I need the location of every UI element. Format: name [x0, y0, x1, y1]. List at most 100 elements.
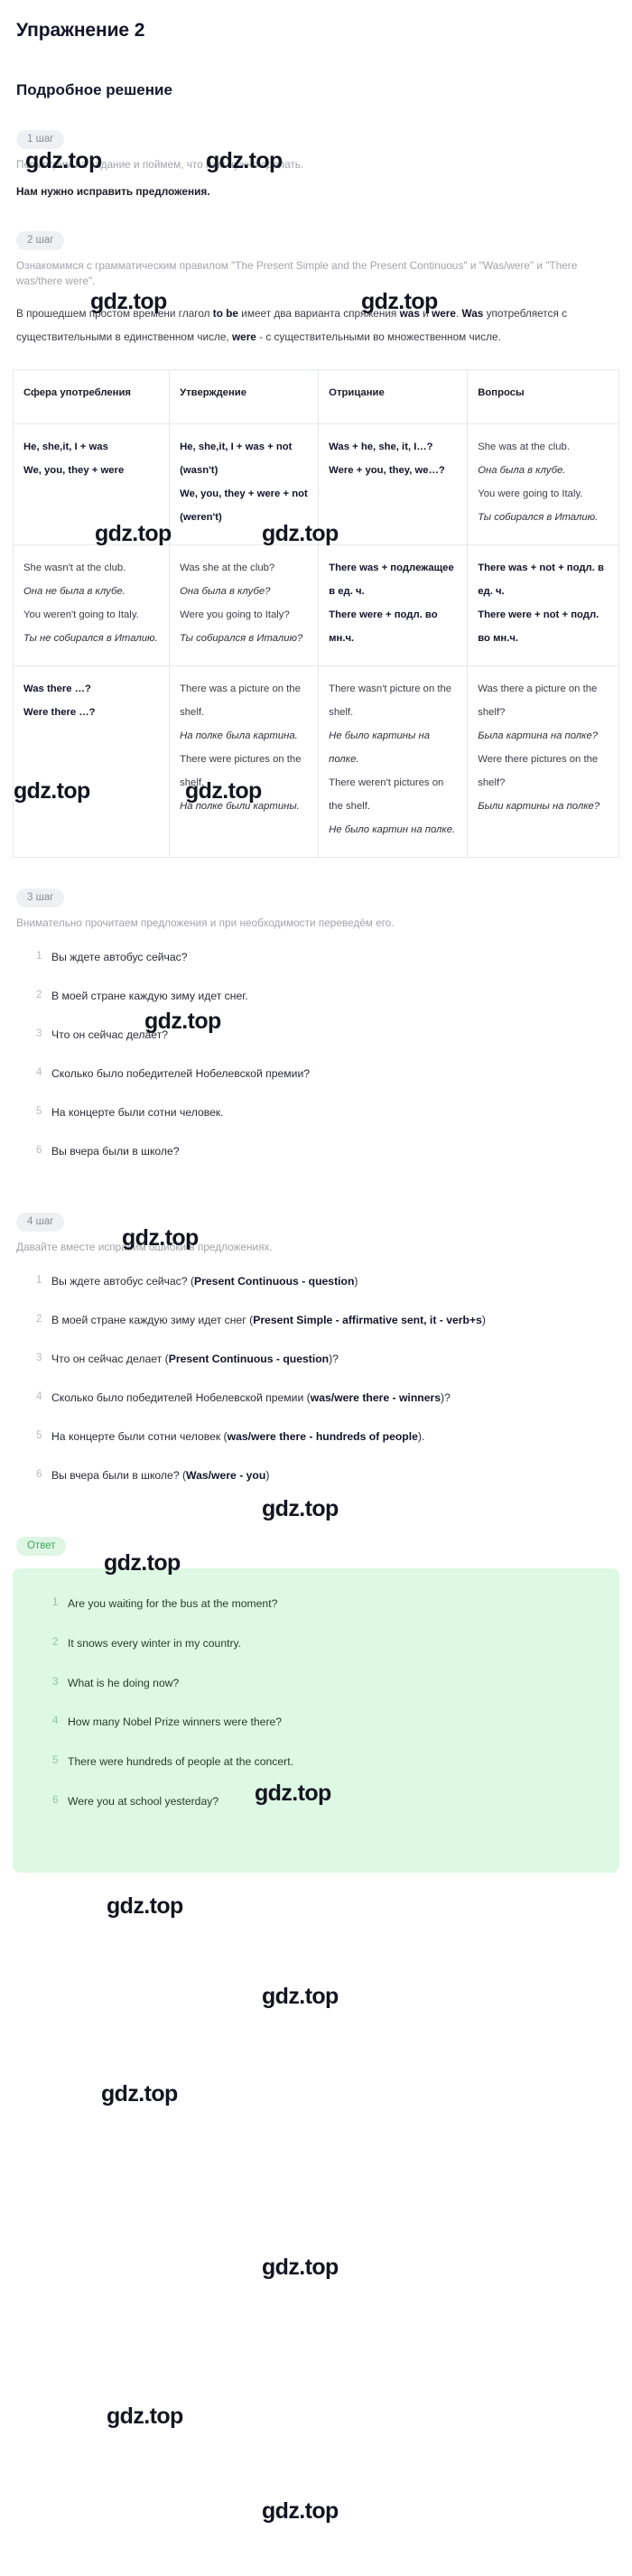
table-cell: Was she at the club? Она была в клубе? Wer…	[169, 544, 320, 666]
table-cell-line: There was + not + подл. в ед. ч.	[478, 562, 604, 597]
table-cell-line: (weren't)	[180, 511, 222, 523]
table-cell-line: There weren't pictures on the shelf.	[329, 777, 444, 812]
list-item: Вы вчера были в школе? (Was/were - you)	[36, 1467, 270, 1483]
list-item: There were hundreds of people at the con…	[52, 1753, 293, 1770]
list-item: Вы вчера были в школе?	[36, 1143, 180, 1159]
list-item: What is he doing now?	[52, 1675, 180, 1691]
table-cell-line: Были картины на полке?	[478, 800, 600, 812]
step-2-chip: 2 шаг	[16, 230, 65, 250]
table-cell: There wasn't picture on the shelf. Не был…	[318, 665, 469, 858]
table-cell-line: There were + not + подл. во мн.ч.	[478, 609, 599, 644]
watermark: gdz.top	[101, 2081, 178, 2106]
table-cell: She was at the club. Она была в клубе. You…	[467, 423, 619, 545]
list-item: Что он сейчас делает (Present Continuous…	[36, 1351, 339, 1367]
answer-list: Are you waiting for the bus at the momen…	[22, 1595, 610, 1810]
table-cell-line: Ты собирался в Италию?	[180, 632, 303, 644]
list-item: It snows every winter in my country.	[52, 1635, 242, 1651]
table-cell-line: Was there a picture on the shelf?	[478, 683, 598, 718]
step-4-corrections-list: Вы ждете автобус сейчас? (Present Contin…	[13, 1273, 619, 1483]
step-4-chip: 4 шаг	[16, 1212, 65, 1232]
table-cell-line: She wasn't at the club.	[23, 562, 126, 573]
table-cell-line: Была картина на полке?	[478, 730, 599, 741]
step-1-conclusion: Нам нужно исправить предложения.	[16, 184, 210, 198]
table-cell-line: She was at the club.	[478, 441, 570, 452]
table-row: Was there …? Were there …? There was a pic…	[12, 665, 619, 858]
table-cell-line: Она не была в клубе.	[23, 585, 125, 597]
table-cell-line: There wasn't picture on the shelf.	[329, 683, 452, 718]
step-3-chip: 3 шаг	[16, 888, 65, 907]
table-cell-line: There were + подл. во мн.ч.	[329, 609, 438, 644]
step-3-sentence-list: Вы ждете автобус сейчас? В моей стране ка…	[13, 949, 619, 1159]
table-cell-line: Was there …?	[23, 683, 91, 694]
watermark: gdz.top	[262, 2255, 339, 2280]
table-cell-line: You were going to Italy.	[478, 488, 583, 499]
table-cell-line: Она была в клубе?	[180, 585, 271, 597]
grammar-table-body: Сфера употребления Утверждение Отрицание…	[12, 369, 619, 858]
list-item: На концерте были сотни человек (was/were…	[36, 1428, 425, 1445]
answer-box: Are you waiting for the bus at the momen…	[13, 1567, 619, 1874]
table-cell-line: Were there pictures on the shelf?	[478, 753, 599, 788]
list-item: Were you at school yesterday?	[52, 1793, 219, 1809]
watermark: gdz.top	[262, 1984, 339, 2009]
table-cell-line: There was a picture on the shelf.	[180, 683, 301, 718]
list-item: Сколько было победителей Нобелевской пре…	[36, 1065, 311, 1082]
table-cell-line: Ты собирался в Италию.	[478, 511, 599, 523]
table-row: He, she,it, I + was We, you, they + were H…	[12, 423, 619, 545]
watermark: gdz.top	[107, 1893, 183, 1919]
step-3-description: Внимательно прочитаем предложения и при …	[16, 916, 395, 929]
table-cell-line: You weren't going to Italy.	[23, 609, 139, 620]
table-cell: He, she,it, I + was + not (wasn't) We, you…	[169, 423, 320, 545]
list-item: Вы ждете автобус сейчас?	[36, 949, 188, 965]
table-cell-line: Was + he, she, it, I…?	[329, 441, 433, 452]
list-item: Сколько было победителей Нобелевской пре…	[36, 1390, 451, 1406]
table-cell-line: Were there …?	[23, 706, 96, 718]
table-cell-line: Ты не собирался в Италию.	[23, 632, 158, 644]
table-cell-line: He, she,it, I + was	[23, 441, 108, 452]
exercise-title: Упражнение 2	[16, 20, 145, 41]
table-cell-line: Она была в клубе.	[478, 464, 566, 476]
table-cell-line: We, you, they + were + not	[180, 488, 308, 499]
list-item: Вы ждете автобус сейчас? (Present Contin…	[36, 1273, 358, 1289]
table-cell: Was + he, she, it, I…? Were + you, they, …	[318, 423, 469, 545]
table-header-row: Сфера употребления Утверждение Отрицание…	[12, 369, 619, 424]
list-item: Are you waiting for the bus at the momen…	[52, 1595, 278, 1612]
table-cell-line: Was she at the club?	[180, 562, 275, 573]
list-item: How many Nobel Prize winners were there?	[52, 1714, 283, 1730]
solution-title: Подробное решение	[16, 81, 172, 98]
table-cell: There was a picture on the shelf. На полк…	[169, 665, 320, 858]
table-cell-line: На полке были картины.	[180, 800, 300, 812]
table-cell: There was + подлежащее в ед. ч. There wer…	[318, 544, 469, 666]
watermark: gdz.top	[262, 2498, 339, 2524]
table-cell: Was there …? Were there …?	[12, 665, 171, 858]
table-cell-line: Were you going to Italy?	[180, 609, 290, 620]
table-cell-line: We, you, they + were	[23, 464, 125, 476]
answer-chip: Ответ	[16, 1536, 67, 1556]
step-4-description: Давайте вместе исправим ошибки в предлож…	[16, 1240, 273, 1253]
step-1-description: Посмотрим на задание и поймем, что нам н…	[16, 158, 304, 171]
list-item: На концерте были сотни человек.	[36, 1104, 224, 1121]
table-cell-line: На полке была картина.	[180, 730, 298, 741]
table-cell: He, she,it, I + was We, you, they + were	[12, 423, 171, 545]
table-cell-line: There was + подлежащее в ед. ч.	[329, 562, 454, 597]
table-header-cell: Сфера употребления	[12, 369, 171, 424]
table-cell-line: Не было картины на полке.	[329, 730, 430, 765]
table-header-cell: Вопросы	[467, 369, 619, 424]
table-row: She wasn't at the club. Она не была в клу…	[12, 544, 619, 666]
table-cell-line: Не было картин на полке.	[329, 823, 456, 835]
list-item: В моей стране каждую зиму идет снег.	[36, 988, 248, 1004]
table-cell-line: There were pictures on the shelf.	[180, 753, 302, 788]
step-2-rule-paragraph: В прошедшем простом времени глагол to be…	[16, 306, 568, 344]
step-2-description: Ознакомимся с грамматическим правилом "T…	[16, 258, 578, 288]
watermark: gdz.top	[107, 2404, 183, 2429]
table-cell: She wasn't at the club. Она не была в клу…	[12, 544, 171, 666]
table-cell: There was + not + подл. в ед. ч. There we…	[467, 544, 619, 666]
list-item: Что он сейчас делает?	[36, 1027, 169, 1043]
list-item: В моей стране каждую зиму идет снег (Pre…	[36, 1312, 486, 1328]
table-cell: Was there a picture on the shelf? Была ка…	[467, 665, 619, 858]
solution-page: Упражнение 2 Подробное решение 1 шаг Пос…	[0, 20, 632, 1896]
table-header-cell: Отрицание	[318, 369, 469, 424]
table-header-cell: Утверждение	[169, 369, 320, 424]
table-cell-line: Were + you, they, we…?	[329, 464, 445, 476]
table-cell-line: (wasn't)	[180, 464, 218, 476]
step-1-chip: 1 шаг	[16, 130, 65, 149]
